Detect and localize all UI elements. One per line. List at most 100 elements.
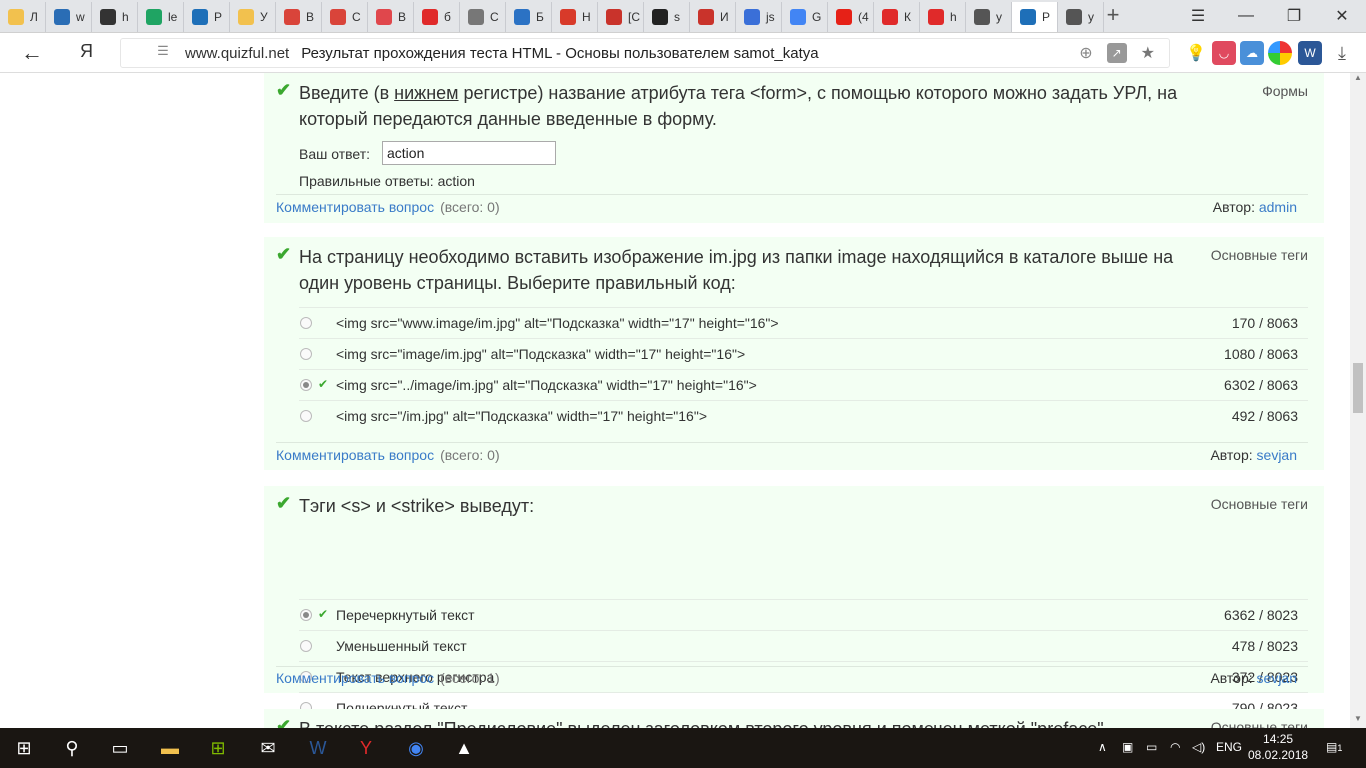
site-info-icon[interactable]: ☰ [153, 43, 173, 63]
battery-icon[interactable]: ▭ [1146, 740, 1157, 754]
browser-tab[interactable]: у [966, 2, 1012, 32]
protect-icon[interactable]: ↗ [1106, 43, 1127, 63]
word-app-icon[interactable]: W [298, 732, 338, 764]
menu-icon[interactable]: ☰ [1184, 4, 1212, 28]
browser-tab[interactable]: У [230, 2, 276, 32]
tray-chevron-icon[interactable]: ∧ [1098, 740, 1107, 754]
tray-device-icon[interactable]: ▣ [1122, 740, 1133, 754]
browser-tab[interactable]: В [368, 2, 414, 32]
option-radio[interactable] [300, 410, 312, 422]
browser-tab[interactable]: h [92, 2, 138, 32]
option-radio[interactable] [300, 640, 312, 652]
scroll-thumb[interactable] [1353, 363, 1363, 413]
answer-option[interactable]: ✔ Перечеркнутый текст 6362 / 8023 [299, 599, 1308, 630]
file-explorer-icon[interactable]: ▬ [150, 732, 190, 764]
mail-icon[interactable]: ✉ [248, 732, 288, 764]
word-icon[interactable]: W [1298, 41, 1322, 65]
minimize-button[interactable]: — [1232, 4, 1260, 28]
page-scrollbar[interactable]: ▲ ▼ [1350, 73, 1366, 728]
browser-tab[interactable]: js [736, 2, 782, 32]
browser-tab[interactable]: С [460, 2, 506, 32]
yandex-browser-icon[interactable]: Y [346, 732, 386, 764]
clock[interactable]: 14:25 08.02.2018 [1248, 731, 1308, 763]
wifi-icon[interactable]: ◠ [1170, 740, 1180, 754]
comment-link[interactable]: Комментировать вопрос (всего: 0) [276, 199, 500, 215]
tab-label: h [122, 10, 129, 24]
browser-tab[interactable]: (4 [828, 2, 874, 32]
question-text: Тэги <s> и <strike> выведут: [299, 496, 535, 516]
new-tab-button[interactable]: + [1100, 4, 1126, 27]
question-author: Автор: sevjan [1210, 670, 1297, 686]
browser-tab[interactable]: И [690, 2, 736, 32]
author-link[interactable]: admin [1259, 199, 1297, 215]
tab-label: js [766, 10, 775, 24]
color-picker-icon[interactable] [1268, 41, 1292, 65]
browser-tab[interactable]: С [322, 2, 368, 32]
search-icon[interactable]: ⚲ [52, 732, 92, 764]
tab-label: [С [628, 10, 640, 24]
tab-favicon-icon [790, 9, 806, 25]
answer-option[interactable]: Уменьшенный текст 478 / 8023 [299, 630, 1308, 661]
language-indicator[interactable]: ENG [1216, 740, 1242, 754]
browser-tab[interactable]: [С [598, 2, 644, 32]
browser-tab[interactable]: Н [552, 2, 598, 32]
bookmark-star-icon[interactable]: ★ [1141, 43, 1155, 63]
browser-tab[interactable]: s [644, 2, 690, 32]
browser-tab[interactable]: Б [506, 2, 552, 32]
lightbulb-icon[interactable]: 💡 [1184, 41, 1208, 65]
option-radio[interactable] [300, 348, 312, 360]
browser-tab[interactable]: В [276, 2, 322, 32]
browser-tab[interactable]: Л [0, 2, 46, 32]
windows-start-icon[interactable]: ⊞ [4, 732, 44, 764]
browser-tab[interactable]: h [920, 2, 966, 32]
tab-label: С [490, 10, 499, 24]
browser-tab[interactable]: w [46, 2, 92, 32]
answer-option[interactable]: <img src="www.image/im.jpg" alt="Подсказ… [299, 307, 1308, 338]
comment-link[interactable]: Комментировать вопрос (всего: 0) [276, 447, 500, 463]
comment-link[interactable]: Комментировать вопрос (всего: 1) [276, 670, 500, 686]
download-icon[interactable]: ⤓ [1330, 41, 1354, 65]
question-category: Основные теги [1210, 496, 1308, 512]
answer-option[interactable]: <img src="image/im.jpg" alt="Подсказка" … [299, 338, 1308, 369]
back-arrow-icon[interactable]: ← [18, 39, 46, 67]
yandex-logo-icon[interactable]: Я [80, 41, 93, 62]
browser-tab[interactable]: б [414, 2, 460, 32]
chrome-icon[interactable]: ◉ [396, 732, 436, 764]
scroll-up-icon[interactable]: ▲ [1350, 73, 1366, 87]
answer-input[interactable] [382, 141, 556, 165]
browser-tab[interactable]: Р [1012, 2, 1058, 32]
question-card: ✔ На страницу необходимо вставить изобра… [264, 237, 1324, 470]
answer-option[interactable]: <img src="/im.jpg" alt="Подсказка" width… [299, 400, 1308, 431]
volume-icon[interactable]: ◁) [1192, 740, 1205, 754]
tab-label: у [1088, 10, 1094, 24]
notification-icon[interactable]: ▤1 [1326, 740, 1342, 754]
url-field[interactable]: ☰ www.quizful.net Результат прохождения … [120, 38, 1170, 68]
close-window-button[interactable]: ✕ [1328, 4, 1356, 28]
option-radio[interactable] [300, 609, 312, 621]
tab-label: w [76, 10, 85, 24]
tab-label: Р [1042, 10, 1051, 24]
browser-tab[interactable]: le [138, 2, 184, 32]
correct-tick-icon: ✔ [318, 377, 329, 391]
globe-icon[interactable]: ⊕ [1079, 43, 1092, 63]
store-icon[interactable]: ⊞ [198, 732, 238, 764]
tab-label: Н [582, 10, 591, 24]
option-radio[interactable] [300, 379, 312, 391]
author-link[interactable]: sevjan [1257, 670, 1297, 686]
browser-tab[interactable]: G [782, 2, 828, 32]
author-link[interactable]: sevjan [1257, 447, 1297, 463]
correct-check-icon: ✔ [276, 244, 292, 264]
tab-label: (4 [858, 10, 869, 24]
browser-tab[interactable]: К [874, 2, 920, 32]
pocket-icon[interactable]: ◡ [1212, 41, 1236, 65]
browser-tab[interactable]: Р [184, 2, 230, 32]
option-radio[interactable] [300, 317, 312, 329]
tab-label: С [352, 10, 361, 24]
cloud-icon[interactable]: ☁ [1240, 41, 1264, 65]
task-view-icon[interactable]: ▭ [100, 732, 140, 764]
photos-icon[interactable]: ▲ [444, 732, 484, 764]
browser-tab[interactable]: у [1058, 2, 1104, 32]
restore-button[interactable]: ❐ [1280, 4, 1308, 28]
scroll-down-icon[interactable]: ▼ [1350, 714, 1366, 728]
answer-option[interactable]: ✔ <img src="../image/im.jpg" alt="Подсказ… [299, 369, 1308, 400]
